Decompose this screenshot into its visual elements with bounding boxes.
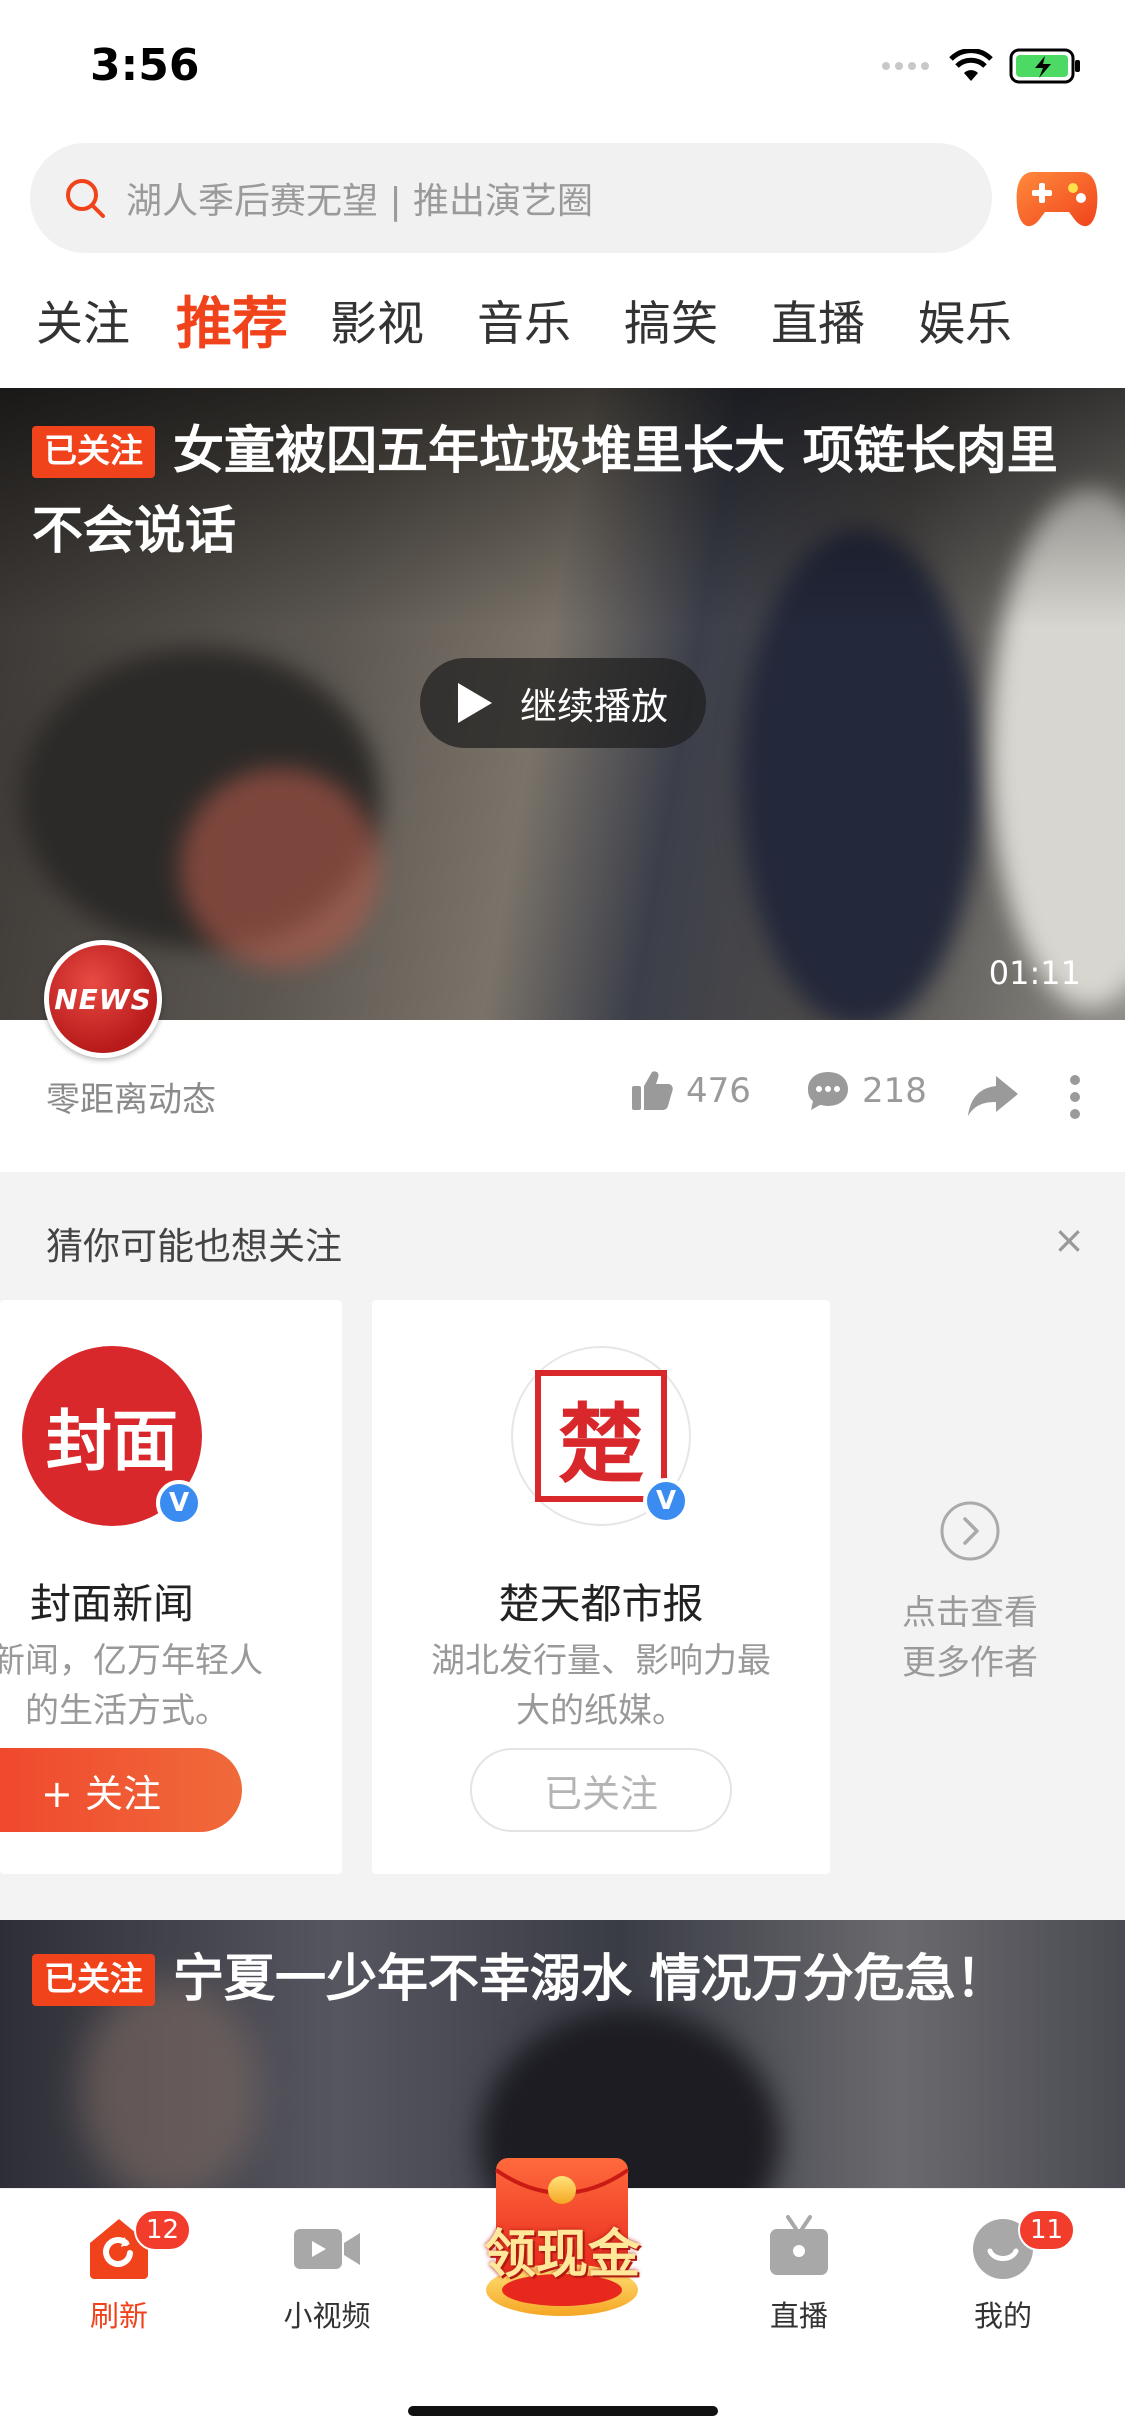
tv-icon	[770, 2215, 828, 2275]
video-player[interactable]: 已关注 女童被囚五年垃圾堆里长大 项链长肉里不会说话 继续播放 01:11	[0, 388, 1125, 1020]
video-camera-icon	[294, 2229, 360, 2269]
status-icons	[881, 48, 1083, 84]
search-bar[interactable]: 湖人季后赛无望 | 推出演艺圈	[30, 143, 992, 253]
notification-badge: 11	[1018, 2209, 1076, 2251]
more-authors-link[interactable]: 点击查看 更多作者	[870, 1500, 1070, 1688]
video-title-text: 宁夏一少年不幸溺水 情况万分危急！	[173, 1950, 1007, 2009]
tab-music[interactable]: 音乐	[477, 280, 571, 370]
comment-button[interactable]: 218	[806, 1070, 927, 1112]
nav-short-video[interactable]: 小视频	[252, 2213, 402, 2335]
search-placeholder: 湖人季后赛无望 | 推出演艺圈	[126, 181, 594, 222]
tab-film[interactable]: 影视	[330, 280, 424, 370]
author-avatar[interactable]: 封面 V	[22, 1346, 202, 1526]
like-count: 476	[686, 1071, 751, 1111]
author-card[interactable]: 楚 V 楚天都市报 湖北发行量、影响力最 大的纸媒。 已关注	[372, 1300, 830, 1874]
cash-reward-button[interactable]: 领现金	[462, 2150, 662, 2320]
video-meta-row: 零距离动态 476 218	[0, 1060, 1125, 1135]
video-frame-highlight	[180, 768, 380, 968]
source-avatar-text: NEWS	[54, 982, 152, 1016]
close-icon[interactable]: ×	[1053, 1218, 1085, 1262]
tab-funny[interactable]: 搞笑	[624, 280, 718, 370]
video-title[interactable]: 已关注 女童被囚五年垃圾堆里长大 项链长肉里不会说话	[32, 412, 1092, 572]
nav-label: 直播	[769, 2299, 828, 2333]
source-avatar[interactable]: NEWS	[44, 940, 162, 1058]
tab-recommend[interactable]: 推荐	[176, 280, 288, 370]
author-avatar[interactable]: 楚 V	[511, 1346, 691, 1526]
author-description: 新闻，亿万年轻人 的生活方式。	[0, 1636, 342, 1736]
home-indicator[interactable]	[408, 2406, 718, 2416]
status-bar: 3:56	[0, 0, 1125, 135]
nav-profile[interactable]: 11 我的	[928, 2209, 1078, 2335]
app-screen: 3:56 湖人季后赛无望 | 推出演艺圈 关注 推荐 影视 音乐 搞笑 直播 娱…	[0, 0, 1125, 2436]
verified-badge-icon: V	[156, 1480, 202, 1526]
author-description-line: 大的纸媒。	[516, 1691, 686, 1731]
author-description-line: 新闻，亿万年轻人	[0, 1641, 263, 1681]
author-name: 封面新闻	[30, 1580, 194, 1628]
game-controller-icon[interactable]	[1015, 160, 1099, 236]
author-card[interactable]: 封面 V 封面新闻 新闻，亿万年轻人 的生活方式。 + 关注	[0, 1300, 342, 1874]
nav-refresh[interactable]: 12 刷新	[44, 2209, 194, 2335]
more-options-icon[interactable]	[1066, 1074, 1084, 1120]
cash-reward-label: 领现金	[483, 2225, 640, 2285]
search-icon	[66, 179, 105, 218]
comment-icon	[808, 1072, 848, 1110]
chevron-right-circle-icon	[940, 1501, 1000, 1561]
more-authors-text: 点击查看 更多作者	[870, 1588, 1070, 1688]
wifi-icon	[949, 49, 993, 81]
author-description-line: 的生活方式。	[25, 1691, 229, 1731]
notification-badge: 12	[134, 2209, 192, 2251]
author-description: 湖北发行量、影响力最 大的纸媒。	[372, 1636, 830, 1736]
nav-label: 我的	[973, 2299, 1032, 2333]
video-title[interactable]: 已关注 宁夏一少年不幸溺水 情况万分危急！	[32, 1940, 1092, 2020]
nav-label: 刷新	[89, 2299, 148, 2333]
author-description-line: 湖北发行量、影响力最	[431, 1641, 771, 1681]
video-title-text: 女童被囚五年垃圾堆里长大 项链长肉里不会说话	[32, 422, 1058, 561]
continue-play-button[interactable]: 继续播放	[420, 658, 706, 748]
verified-badge-icon: V	[643, 1478, 689, 1524]
channel-tabs: 关注 推荐 影视 音乐 搞笑 直播 娱乐	[0, 280, 1125, 370]
battery-charging-icon	[1009, 48, 1080, 84]
followed-button[interactable]: 已关注	[470, 1748, 732, 1832]
thumbs-up-icon	[632, 1071, 673, 1110]
share-icon[interactable]	[966, 1074, 1020, 1118]
comment-count: 218	[862, 1071, 927, 1111]
recommend-title: 猜你可能也想关注	[46, 1225, 342, 1268]
followed-badge: 已关注	[32, 426, 155, 478]
follow-button[interactable]: + 关注	[0, 1748, 242, 1832]
more-authors-line: 更多作者	[902, 1643, 1038, 1683]
source-name[interactable]: 零距离动态	[46, 1072, 216, 1121]
continue-play-label: 继续播放	[520, 685, 668, 728]
more-authors-line: 点击查看	[902, 1593, 1038, 1633]
play-icon	[458, 683, 492, 723]
tab-live[interactable]: 直播	[771, 280, 865, 370]
nav-live[interactable]: 直播	[724, 2213, 874, 2335]
followed-badge: 已关注	[32, 1954, 155, 2006]
nav-label: 小视频	[283, 2299, 371, 2333]
author-name: 楚天都市报	[498, 1580, 704, 1628]
tabs-fade	[1035, 280, 1125, 370]
tab-entertainment[interactable]: 娱乐	[918, 280, 1012, 370]
cellular-signal-icon	[882, 62, 929, 70]
status-time: 3:56	[90, 40, 200, 91]
video-duration: 01:11	[988, 954, 1081, 992]
like-button[interactable]: 476	[630, 1070, 751, 1112]
tab-follow[interactable]: 关注	[36, 280, 130, 370]
